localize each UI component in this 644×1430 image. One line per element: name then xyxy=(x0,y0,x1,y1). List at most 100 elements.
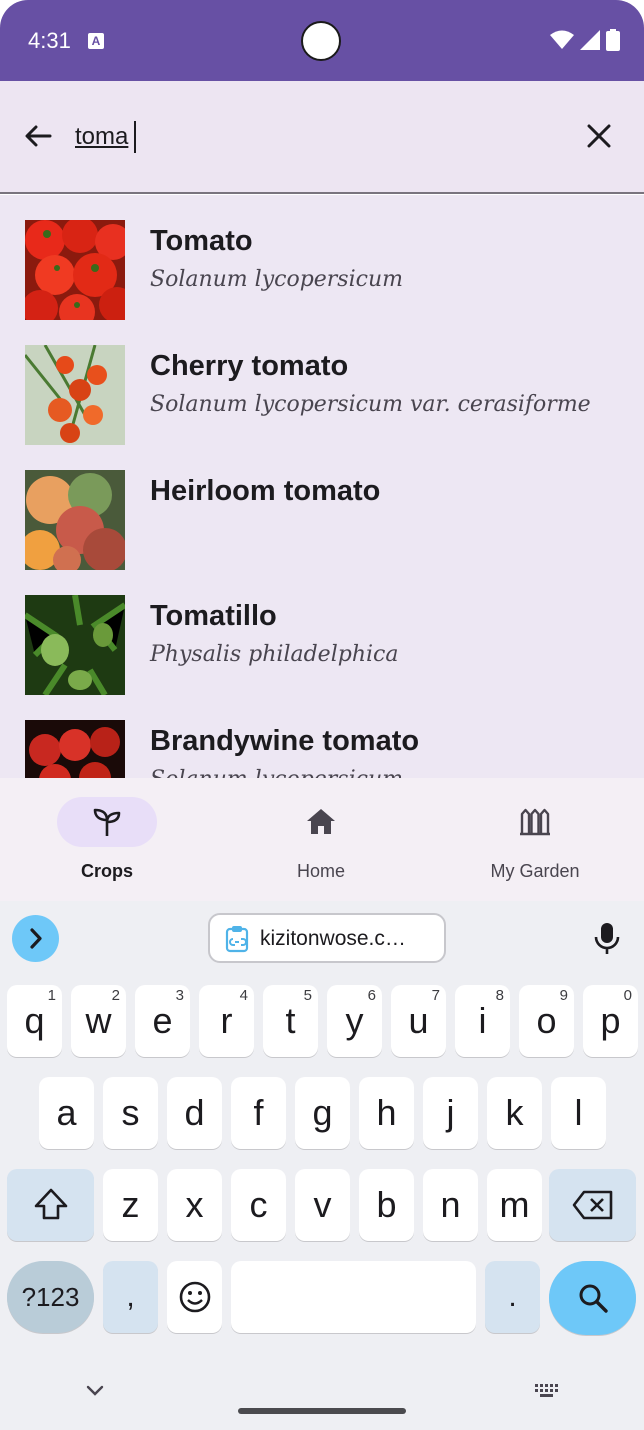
brandywine-tomato-photo xyxy=(25,720,125,778)
result-scientific-name: Solanum lycopersicum xyxy=(150,767,403,778)
search-key[interactable] xyxy=(549,1261,636,1335)
comma-key[interactable]: , xyxy=(103,1261,158,1333)
key[interactable]: i8 xyxy=(455,985,510,1057)
nav-label: Crops xyxy=(80,861,133,881)
notification-icon: A xyxy=(88,33,104,49)
home-icon xyxy=(307,809,335,834)
key[interactable]: k xyxy=(487,1077,542,1149)
back-button[interactable] xyxy=(20,118,56,154)
emoji-key[interactable] xyxy=(167,1261,222,1333)
key[interactable]: l xyxy=(551,1077,606,1149)
wifi-icon xyxy=(550,30,574,49)
key[interactable]: m xyxy=(487,1169,542,1241)
heirloom-tomato-photo xyxy=(25,470,125,570)
result-item-tomatillo[interactable]: Tomatillo Physalis philadelphica xyxy=(0,570,644,695)
clear-button[interactable] xyxy=(581,118,617,154)
space-key[interactable] xyxy=(231,1261,476,1333)
key[interactable]: j xyxy=(423,1077,478,1149)
keyboard-expand-button[interactable] xyxy=(12,915,59,962)
nav-label: Home xyxy=(296,861,345,881)
keyboard-switch-icon[interactable] xyxy=(534,1383,560,1399)
bottom-navigation: Crops Home My Garden xyxy=(0,778,644,901)
key-number-hint: 4 xyxy=(239,987,248,1004)
result-scientific-name: Solanum lycopersicum var. cerasiforme xyxy=(150,392,591,417)
result-item-tomato[interactable]: Tomato Solanum lycopersicum xyxy=(0,195,644,320)
search-results-list: Tomato Solanum lycopersicum Cherry tomat… xyxy=(0,195,644,778)
key-number-hint: 0 xyxy=(623,987,632,1004)
key[interactable]: u7 xyxy=(391,985,446,1057)
result-item-brandywine-tomato[interactable]: Brandywine tomato Solanum lycopersicum xyxy=(0,695,644,778)
nav-item-home[interactable]: Home xyxy=(214,778,428,901)
shift-icon xyxy=(34,1188,67,1220)
clipboard-suggestion-text: kizitonwose.c… xyxy=(260,927,406,950)
key[interactable]: n xyxy=(423,1169,478,1241)
key[interactable]: v xyxy=(295,1169,350,1241)
key[interactable]: r4 xyxy=(199,985,254,1057)
key[interactable]: w2 xyxy=(71,985,126,1057)
keyboard-suggestion-strip: kizitonwose.c… xyxy=(0,901,644,975)
symbols-key[interactable]: ?123 xyxy=(7,1261,94,1333)
key[interactable]: d xyxy=(167,1077,222,1149)
key-label: u xyxy=(408,1000,429,1041)
nav-item-my-garden[interactable]: My Garden xyxy=(428,778,642,901)
result-item-cherry-tomato[interactable]: Cherry tomato Solanum lycopersicum var. … xyxy=(0,320,644,445)
text-caret xyxy=(134,121,136,153)
close-icon xyxy=(587,124,611,148)
key-number-hint: 1 xyxy=(47,987,56,1004)
key-number-hint: 2 xyxy=(111,987,120,1004)
backspace-icon xyxy=(572,1190,612,1220)
key-number-hint: 7 xyxy=(431,987,440,1004)
result-name: Brandywine tomato xyxy=(150,725,420,757)
key-number-hint: 5 xyxy=(303,987,312,1004)
key[interactable]: o9 xyxy=(519,985,574,1057)
search-bar xyxy=(0,81,644,194)
key[interactable]: f xyxy=(231,1077,286,1149)
key[interactable]: g xyxy=(295,1077,350,1149)
status-icons xyxy=(550,28,620,52)
arrow-back-icon xyxy=(25,125,52,147)
key[interactable]: b xyxy=(359,1169,414,1241)
key[interactable]: c xyxy=(231,1169,286,1241)
key[interactable]: t5 xyxy=(263,985,318,1057)
clipboard-suggestion-chip[interactable]: kizitonwose.c… xyxy=(208,913,446,963)
status-time: 4:31 xyxy=(28,28,71,53)
key[interactable]: e3 xyxy=(135,985,190,1057)
result-name: Tomato xyxy=(150,225,253,257)
chevron-down-icon[interactable] xyxy=(84,1383,106,1399)
key[interactable]: p0 xyxy=(583,985,638,1057)
camera-cutout xyxy=(301,21,341,61)
key-label: p xyxy=(600,1000,621,1041)
search-icon xyxy=(579,1284,608,1313)
result-scientific-name: Physalis philadelphica xyxy=(150,642,399,667)
microphone-icon[interactable] xyxy=(592,921,622,955)
key[interactable]: s xyxy=(103,1077,158,1149)
key[interactable]: h xyxy=(359,1077,414,1149)
key-label: r xyxy=(220,1000,233,1041)
search-input[interactable] xyxy=(75,117,555,157)
tomatillo-photo xyxy=(25,595,125,695)
backspace-key[interactable] xyxy=(549,1169,636,1241)
shift-key[interactable] xyxy=(7,1169,94,1241)
key[interactable]: z xyxy=(103,1169,158,1241)
clipboard-link-icon xyxy=(225,926,249,953)
emoji-icon xyxy=(179,1281,210,1313)
key[interactable]: y6 xyxy=(327,985,382,1057)
result-item-heirloom-tomato[interactable]: Heirloom tomato xyxy=(0,445,644,570)
seedling-icon xyxy=(93,808,121,836)
gesture-navigation-handle[interactable] xyxy=(238,1408,406,1414)
nav-item-crops[interactable]: Crops xyxy=(0,778,214,901)
period-key[interactable]: . xyxy=(485,1261,540,1333)
battery-icon xyxy=(606,29,620,51)
key-label: y xyxy=(345,1000,364,1041)
keyboard-nav-bar xyxy=(0,1361,644,1430)
tomato-photo xyxy=(25,220,125,320)
key[interactable]: x xyxy=(167,1169,222,1241)
key-label: e xyxy=(152,1000,173,1041)
result-name: Tomatillo xyxy=(150,600,277,632)
garden-fence-icon xyxy=(520,808,550,836)
result-scientific-name: Solanum lycopersicum xyxy=(150,267,403,292)
key-label: q xyxy=(24,1000,45,1041)
key[interactable]: a xyxy=(39,1077,94,1149)
key-label: i xyxy=(478,1000,487,1041)
key[interactable]: q1 xyxy=(7,985,62,1057)
